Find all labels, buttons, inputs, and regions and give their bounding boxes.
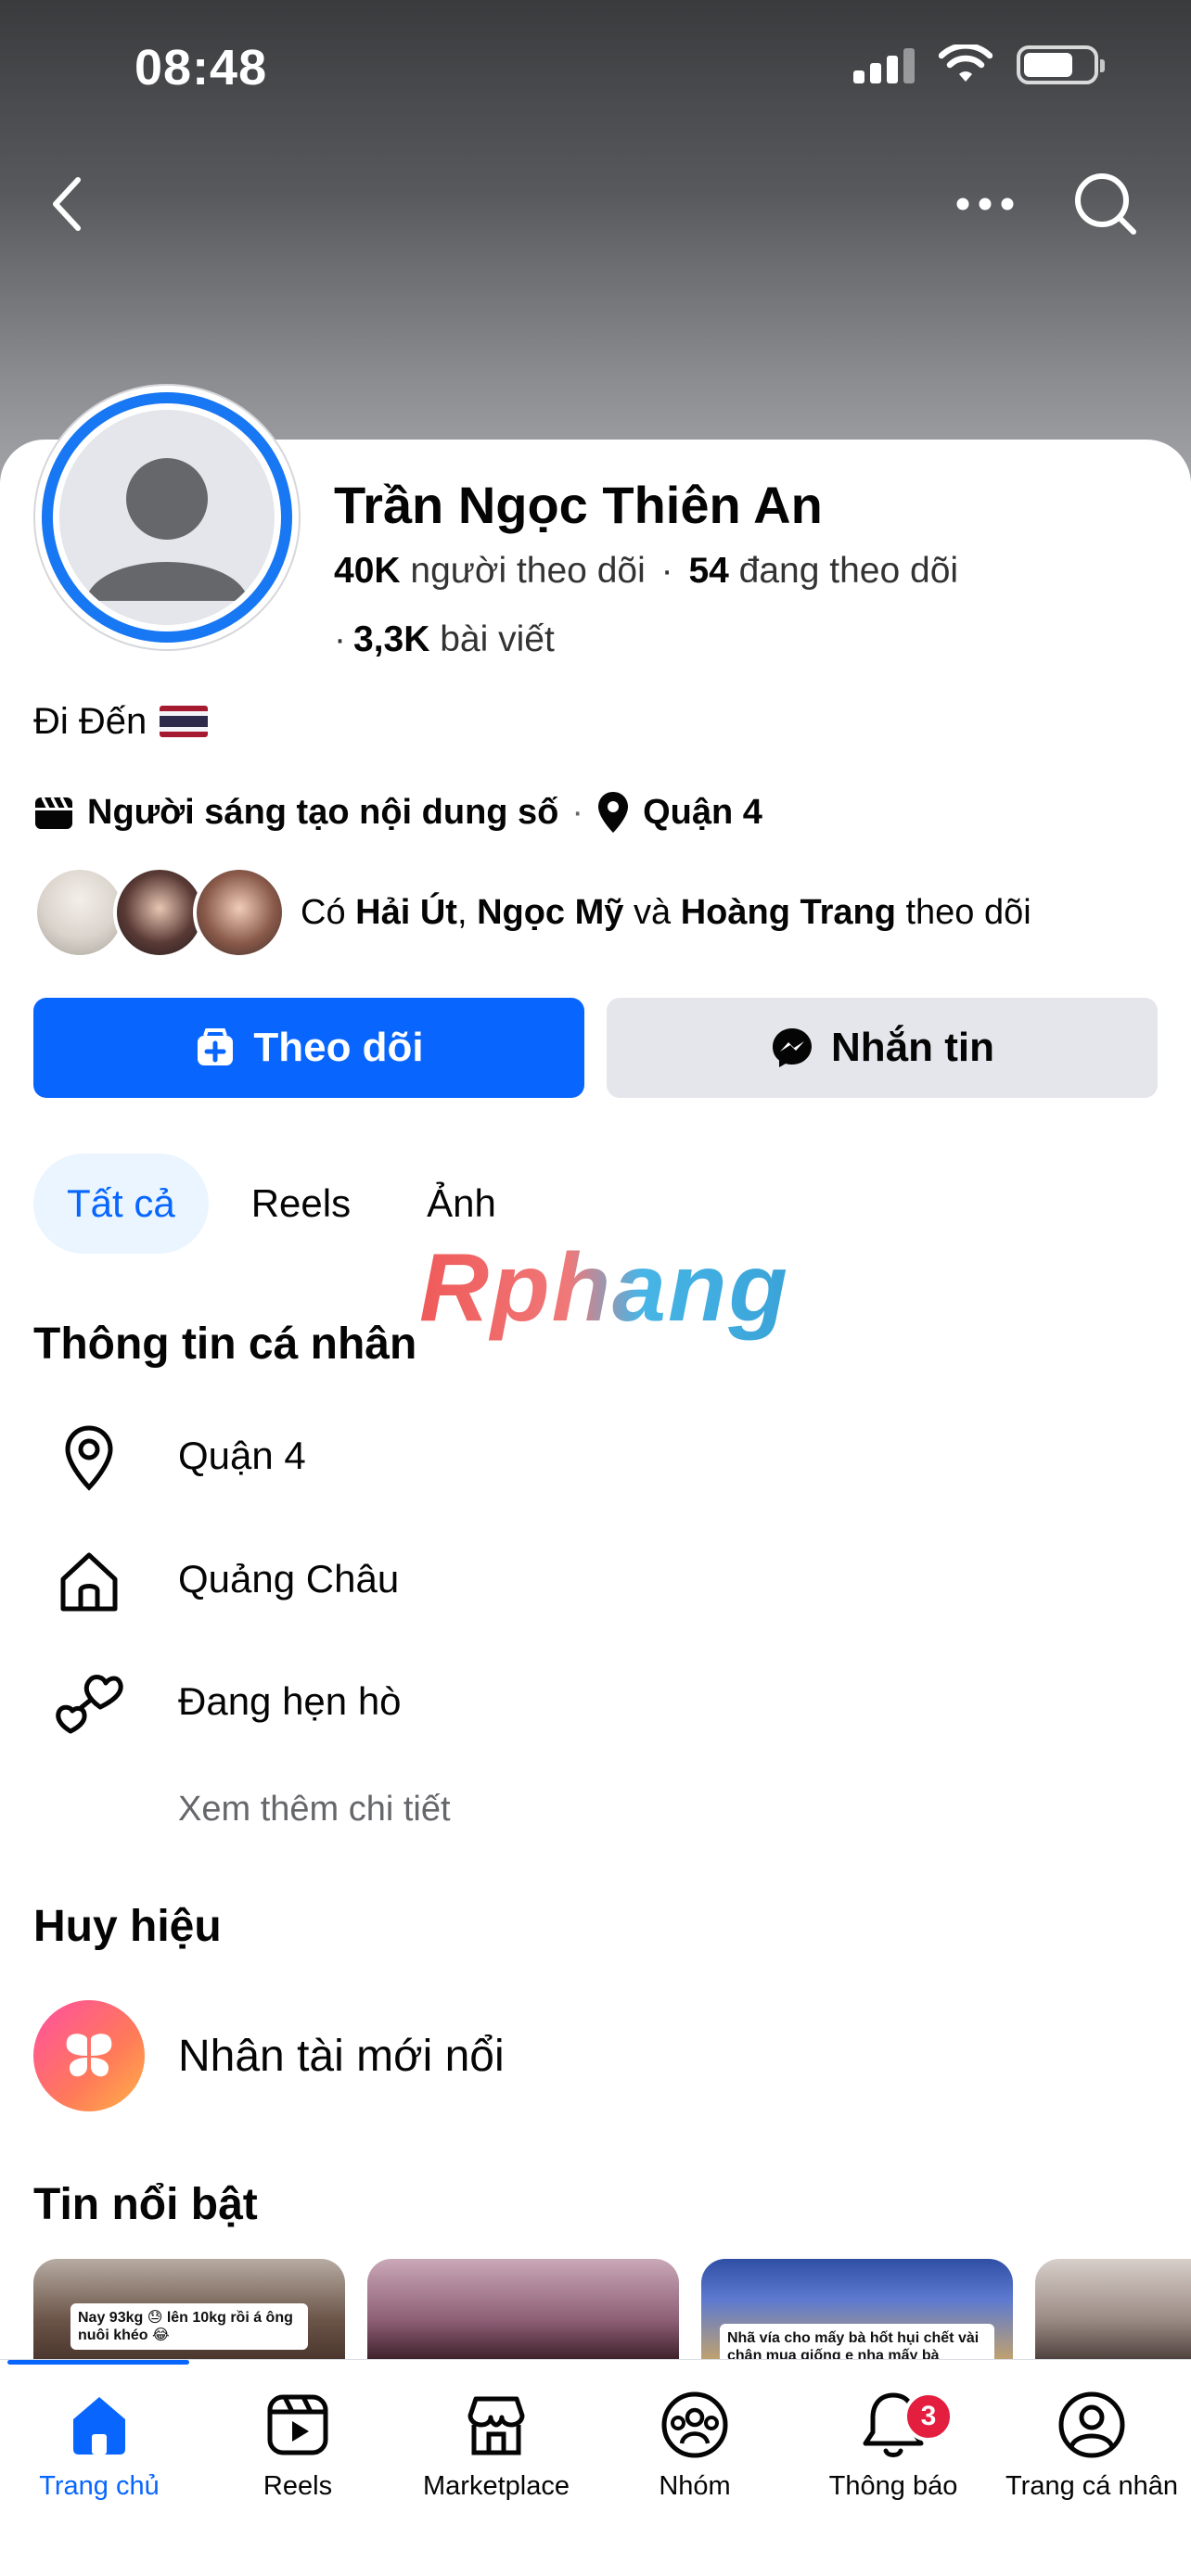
highlight-story[interactable] <box>1035 2259 1191 2361</box>
highlights-row: Nay 93kg 😓 lên 10kg rồi á ông nuôi khéo … <box>33 2259 1191 2361</box>
posts-count: 3,3K <box>353 619 430 659</box>
status-icons <box>853 45 1105 85</box>
search-button[interactable] <box>1069 167 1143 241</box>
bottom-navigation: Trang chủ Reels Marketplace Nhóm 3 Thông… <box>0 2359 1191 2576</box>
following-count[interactable]: 54 <box>688 551 728 591</box>
nav-profile-label: Trang cá nhân <box>1005 2471 1178 2501</box>
follow-plus-icon <box>198 1028 234 1065</box>
about-hometown-label: Quảng Châu <box>178 1557 400 1600</box>
posts-stats: · 3,3K bài viết <box>334 619 555 659</box>
nav-marketplace-label: Marketplace <box>423 2471 570 2501</box>
mutual-avatar <box>113 866 206 959</box>
highlight-caption: Nhã vía cho mấy bà hốt hụi chết vài chân… <box>720 2324 994 2361</box>
status-bar: 08:48 <box>0 0 1191 139</box>
chevron-left-icon <box>53 177 81 231</box>
mutual-avatar <box>33 866 126 959</box>
follow-label: Theo dõi <box>253 1025 424 1070</box>
message-button[interactable]: Nhắn tin <box>607 998 1158 1098</box>
watermark-logo: Rphang <box>419 1234 790 1342</box>
reels-icon <box>267 2394 328 2455</box>
mutual-friend-3[interactable]: Hoàng Trang <box>681 893 896 932</box>
badges-title: Huy hiệu <box>33 1902 222 1951</box>
profile-meta: Người sáng tạo nội dung số · Quận 4 <box>33 790 762 835</box>
mutual-text: Có Hải Út, Ngọc Mỹ và Hoàng Trang theo d… <box>301 892 1031 932</box>
mutual-friend-2[interactable]: Ngọc Mỹ <box>477 893 623 932</box>
cellular-signal-icon <box>853 46 915 83</box>
marketplace-icon <box>467 2396 525 2455</box>
location-label: Quận 4 <box>643 792 762 832</box>
about-item-relationship: Đang hẹn hò <box>52 1666 402 1741</box>
rising-talent-badge-icon[interactable] <box>33 2000 145 2111</box>
category-label: Người sáng tạo nội dung số <box>87 792 559 832</box>
mutual-avatar <box>193 866 286 959</box>
groups-icon <box>661 2391 728 2458</box>
nav-marketplace[interactable]: Marketplace <box>397 2378 596 2545</box>
tab-all[interactable]: Tất cả <box>33 1154 209 1254</box>
profile-avatar[interactable] <box>33 384 301 651</box>
nav-home-label: Trang chủ <box>39 2471 160 2501</box>
message-label: Nhắn tin <box>831 1025 994 1070</box>
profile-bio: Đi Đến <box>33 701 209 743</box>
about-relationship-label: Đang hẹn hò <box>178 1679 402 1723</box>
nav-notifications[interactable]: 3 Thông báo <box>794 2378 992 2545</box>
about-item-location: Quận 4 <box>52 1421 306 1495</box>
back-button[interactable] <box>30 167 104 241</box>
nav-groups[interactable]: Nhóm <box>596 2378 794 2545</box>
nav-reels-label: Reels <box>263 2471 333 2501</box>
location-pin-icon <box>52 1421 126 1495</box>
mutual-prefix: Có <box>301 892 346 932</box>
story-ring <box>42 392 292 643</box>
tab-reels[interactable]: Reels <box>218 1154 384 1254</box>
follow-button[interactable]: Theo dõi <box>33 998 584 1098</box>
mutual-avatars <box>33 866 286 959</box>
status-time: 08:48 <box>134 40 268 96</box>
mutual-followers[interactable]: Có Hải Út, Ngọc Mỹ và Hoàng Trang theo d… <box>33 866 1031 959</box>
about-item-hometown: Quảng Châu <box>52 1544 399 1618</box>
followers-count[interactable]: 40K <box>334 551 401 591</box>
clapperboard-icon <box>35 797 72 829</box>
badge-label[interactable]: Nhân tài mới nổi <box>178 2031 505 2082</box>
mutual-suffix: theo dõi <box>905 892 1031 932</box>
about-location-label: Quận 4 <box>178 1434 306 1477</box>
posts-label: bài viết <box>440 619 555 659</box>
mutual-connector: và <box>633 892 672 932</box>
see-more-details-link[interactable]: Xem thêm chi tiết <box>178 1790 451 1830</box>
nav-profile[interactable]: Trang cá nhân <box>992 2378 1191 2545</box>
nav-notifications-label: Thông báo <box>828 2471 958 2501</box>
search-icon <box>1075 173 1136 235</box>
more-dots-icon <box>956 198 1014 210</box>
highlight-story[interactable]: Nay 93kg 😓 lên 10kg rồi á ông nuôi khéo … <box>33 2259 345 2361</box>
following-label[interactable]: đang theo dõi <box>739 551 958 591</box>
profile-name: Trần Ngọc Thiên An <box>334 476 823 534</box>
nav-groups-label: Nhóm <box>659 2471 731 2501</box>
messenger-icon <box>773 1028 812 1067</box>
hearts-icon <box>52 1666 126 1741</box>
mutual-friend-1[interactable]: Hải Út <box>355 893 457 932</box>
notification-count-badge: 3 <box>903 2391 954 2442</box>
default-avatar-icon <box>59 410 275 625</box>
followers-label[interactable]: người theo dõi <box>410 551 645 591</box>
active-tab-indicator <box>7 2360 189 2365</box>
bio-text: Đi Đến <box>33 701 147 742</box>
location-pin-icon <box>598 792 629 833</box>
more-options-button[interactable] <box>948 167 1022 241</box>
profile-icon <box>1058 2391 1125 2458</box>
battery-icon <box>1017 45 1105 84</box>
nav-home[interactable]: Trang chủ <box>0 2378 198 2545</box>
highlight-story[interactable] <box>367 2259 679 2361</box>
thailand-flag-icon <box>160 706 209 737</box>
home-filled-icon <box>73 2397 125 2455</box>
about-title: Thông tin cá nhân <box>33 1320 417 1369</box>
nav-reels[interactable]: Reels <box>198 2378 397 2545</box>
highlights-title: Tin nổi bật <box>33 2180 258 2229</box>
profile-card <box>0 440 1191 2576</box>
highlight-story[interactable]: Nhã vía cho mấy bà hốt hụi chết vài chân… <box>701 2259 1013 2361</box>
wifi-icon <box>939 45 992 82</box>
follow-stats: 40K người theo dõi · 54 đang theo dõi <box>334 551 959 591</box>
home-icon <box>52 1544 126 1618</box>
highlight-caption: Nay 93kg 😓 lên 10kg rồi á ông nuôi khéo … <box>70 2303 308 2351</box>
